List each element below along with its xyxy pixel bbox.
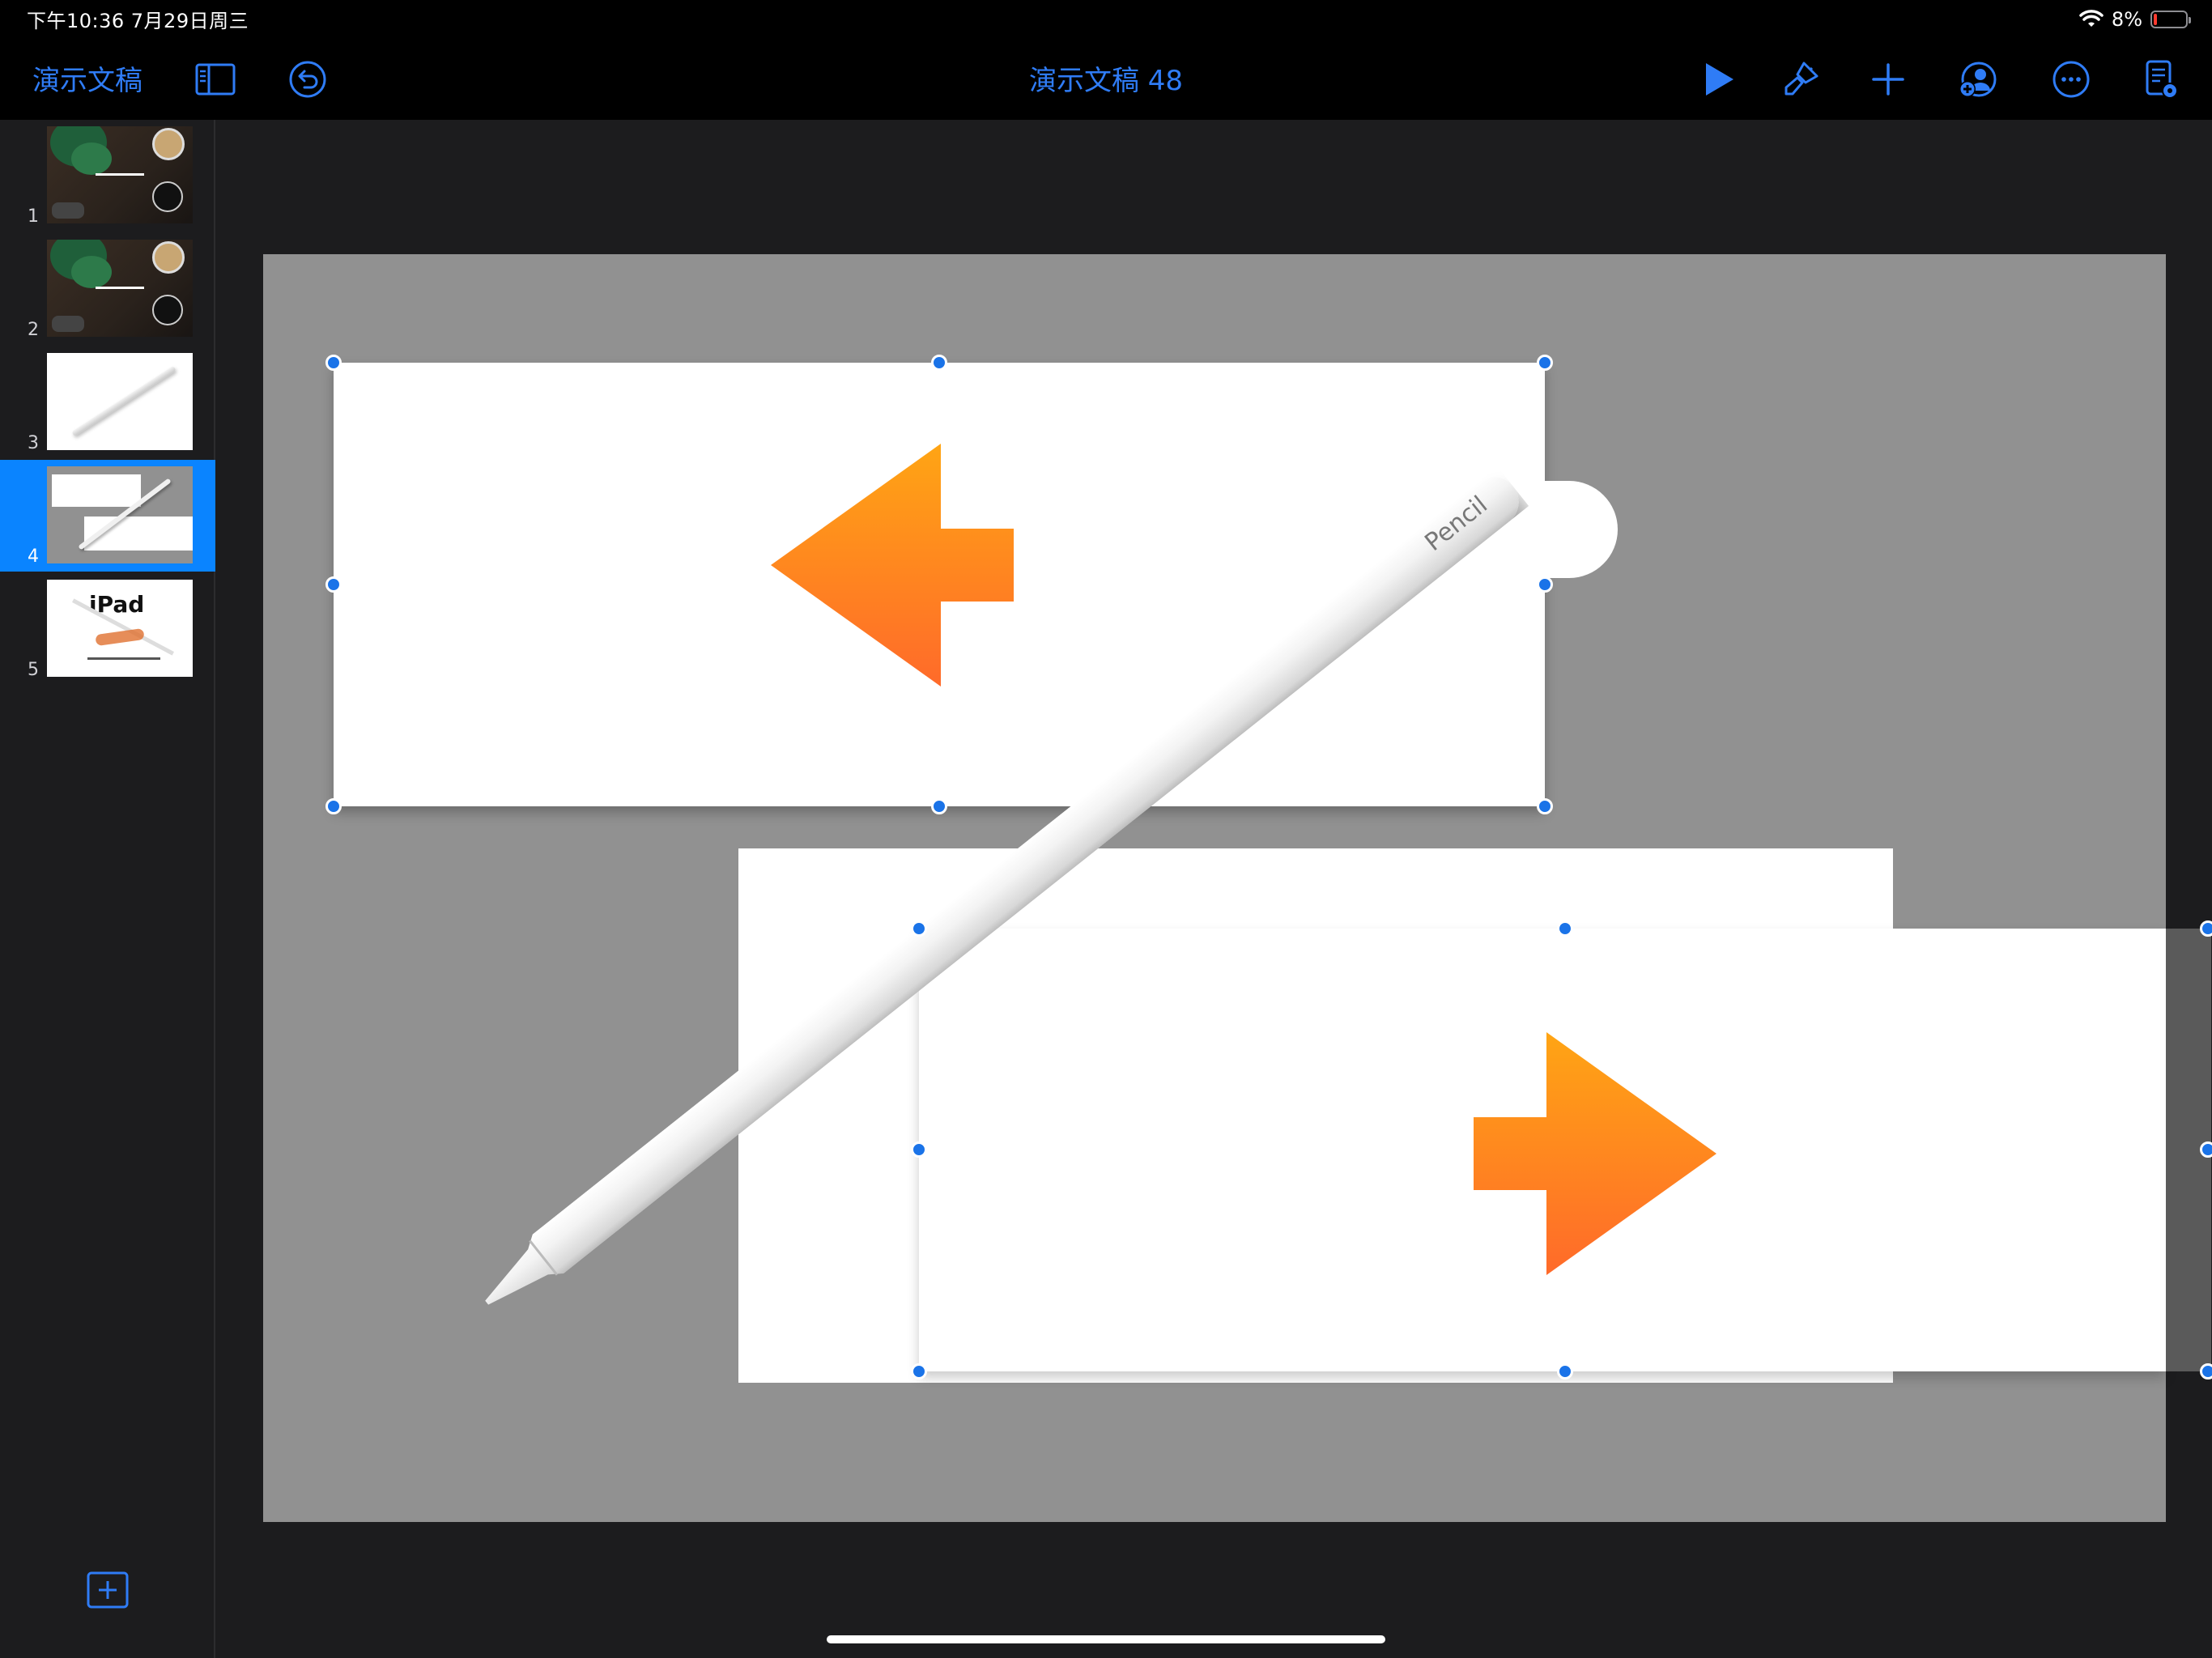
battery-percent: 8% bbox=[2111, 8, 2142, 31]
slide-3-preview bbox=[47, 353, 193, 450]
partial-shape bbox=[1545, 481, 1618, 578]
resize-handle[interactable] bbox=[1537, 798, 1553, 814]
resize-handle[interactable] bbox=[1537, 355, 1553, 371]
status-right: 8% bbox=[2079, 5, 2191, 34]
slide-5-preview: iPad bbox=[47, 580, 193, 677]
resize-handle[interactable] bbox=[911, 920, 927, 937]
resize-handle[interactable] bbox=[911, 1141, 927, 1158]
resize-handle[interactable] bbox=[2200, 1363, 2212, 1380]
format-brush-icon[interactable] bbox=[1778, 57, 1823, 102]
battery-icon bbox=[2150, 11, 2191, 28]
documents-button[interactable]: 演示文稿 bbox=[32, 58, 143, 98]
slide-number: 4 bbox=[28, 546, 39, 567]
right-image-box[interactable] bbox=[919, 929, 2166, 1371]
wifi-icon bbox=[2079, 10, 2104, 27]
resize-handle[interactable] bbox=[325, 576, 342, 593]
slide-number: 1 bbox=[28, 206, 39, 227]
resize-handle[interactable] bbox=[931, 798, 947, 814]
resize-handle[interactable] bbox=[2200, 920, 2212, 937]
toolbar: 演示文稿 演示文稿 48 bbox=[0, 39, 2212, 120]
collaborate-icon[interactable] bbox=[1955, 57, 2000, 102]
slide-thumbnail-3[interactable]: 3 bbox=[0, 346, 215, 458]
resize-handle[interactable] bbox=[1557, 920, 1573, 937]
slide-thumbnail-2[interactable]: 2 bbox=[0, 233, 215, 345]
presenter-notes-icon[interactable] bbox=[2138, 57, 2183, 102]
undo-icon[interactable] bbox=[285, 57, 330, 102]
slide-canvas[interactable]: Pencil bbox=[263, 254, 2212, 1522]
resize-handle[interactable] bbox=[931, 355, 947, 371]
add-slide-button[interactable] bbox=[87, 1571, 129, 1609]
slide-number: 5 bbox=[28, 660, 39, 680]
status-time: 下午10:36 7月29日周三 bbox=[27, 10, 249, 32]
slide-thumbnail-4[interactable]: 4 bbox=[0, 460, 215, 572]
right-arrow-shape[interactable] bbox=[1474, 1032, 1725, 1283]
slide-number: 2 bbox=[28, 320, 39, 340]
slide-thumbnail-1[interactable]: 1 bbox=[0, 120, 215, 232]
slide-1-preview bbox=[47, 126, 193, 223]
home-indicator[interactable] bbox=[827, 1635, 1385, 1643]
resize-handle[interactable] bbox=[1537, 576, 1553, 593]
slide-4-preview bbox=[47, 466, 193, 563]
resize-handle[interactable] bbox=[2200, 1141, 2212, 1158]
slide-navigator: 1 2 3 4 iPad 5 bbox=[0, 120, 215, 1658]
add-icon[interactable] bbox=[1865, 57, 1911, 102]
document-title[interactable]: 演示文稿 48 bbox=[1029, 65, 1183, 97]
slide-thumbnail-5[interactable]: iPad 5 bbox=[0, 573, 215, 685]
slide-number: 3 bbox=[28, 433, 39, 453]
more-icon[interactable] bbox=[2048, 57, 2094, 102]
resize-handle[interactable] bbox=[1557, 1363, 1573, 1380]
play-icon[interactable] bbox=[1695, 57, 1741, 102]
status-bar: 下午10:36 7月29日周三 8% bbox=[0, 0, 2212, 39]
sidebar-icon[interactable] bbox=[193, 57, 238, 102]
resize-handle[interactable] bbox=[325, 798, 342, 814]
slide-2-preview bbox=[47, 240, 193, 337]
resize-handle[interactable] bbox=[325, 355, 342, 371]
resize-handle[interactable] bbox=[911, 1363, 927, 1380]
left-arrow-shape[interactable] bbox=[771, 444, 1022, 695]
